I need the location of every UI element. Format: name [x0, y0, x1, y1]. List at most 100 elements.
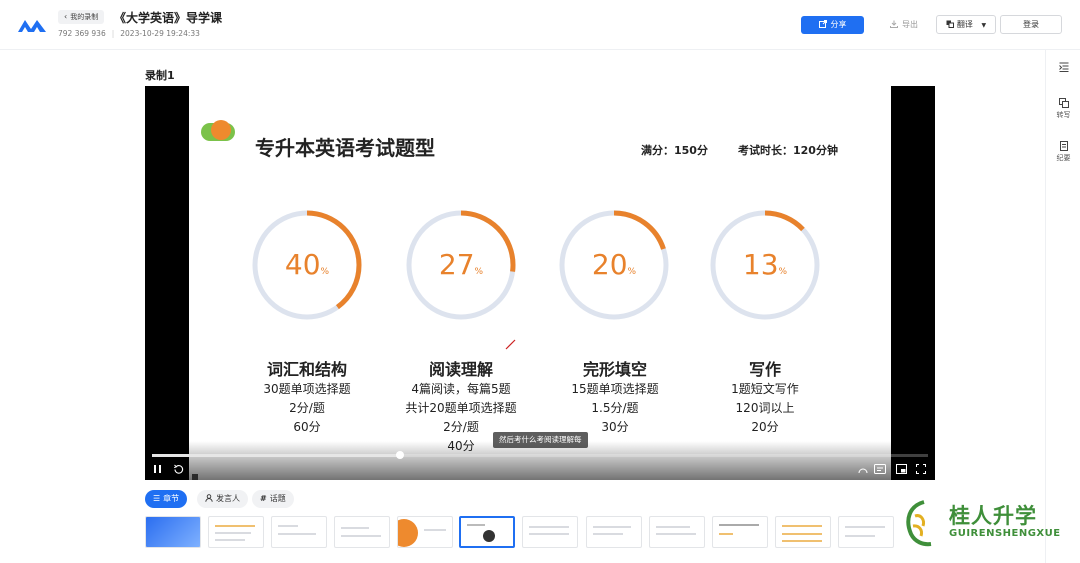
- chevron-down-icon: ▼: [981, 22, 987, 29]
- fullscreen-icon[interactable]: [916, 464, 926, 474]
- slide-frame: 专升本英语考试题型 满分：150分 考试时长：120分钟 40% 27% 20%: [189, 86, 891, 480]
- rail-item-label: 纪要: [1056, 154, 1071, 162]
- export-button[interactable]: 导出: [884, 16, 924, 34]
- chapter-thumbnail[interactable]: [397, 516, 453, 548]
- tab-label: 发言人: [216, 494, 240, 503]
- chapter-thumbnail[interactable]: [522, 516, 578, 548]
- thumb-line: [341, 527, 369, 529]
- caption-toggle-icon[interactable]: [874, 464, 886, 474]
- category-line: 4篇阅读，每篇5题: [411, 382, 511, 396]
- brand-watermark: 桂人升学 GUIRENSHENGXUE: [901, 496, 1071, 552]
- chapter-thumbnail[interactable]: [145, 516, 201, 548]
- translate-icon: [946, 20, 954, 28]
- meta-divider: |: [111, 29, 115, 38]
- rail-item-summary[interactable]: 纪要: [1046, 141, 1080, 163]
- chapter-thumbnail[interactable]: [712, 516, 768, 548]
- share-icon: [818, 20, 827, 28]
- watermark-title: 桂人升学: [949, 504, 1037, 528]
- ring-value: 13%: [708, 208, 822, 322]
- meeting-datetime: 2023-10-29 19:24:33: [120, 29, 200, 38]
- thumb-line: [593, 533, 623, 535]
- ring-unit: %: [627, 267, 637, 277]
- meeting-id: 792 369 936: [58, 29, 106, 38]
- chapter-thumbnail[interactable]: [838, 516, 894, 548]
- thumb-line: [341, 535, 381, 537]
- chapter-thumbnail[interactable]: [586, 516, 642, 548]
- exam-category: 词汇和结构 30题单项选择题 2分/题 60分: [227, 356, 387, 437]
- ring-unit: %: [320, 267, 330, 277]
- percent-ring: 27%: [404, 208, 518, 322]
- thumb-line: [782, 525, 822, 527]
- chapter-thumbnail[interactable]: [271, 516, 327, 548]
- tab-chapters[interactable]: ☰ 章节: [145, 490, 188, 508]
- category-line: 1.5分/题: [591, 401, 639, 415]
- ring-unit: %: [778, 267, 788, 277]
- rewind-icon[interactable]: [173, 464, 184, 475]
- tab-speakers[interactable]: 发言人: [197, 490, 248, 508]
- thumb-line: [656, 533, 696, 535]
- video-player[interactable]: 专升本英语考试题型 满分：150分 考试时长：120分钟 40% 27% 20%: [145, 86, 935, 480]
- chapter-thumbnail[interactable]: [649, 516, 705, 548]
- back-label: 我的录制: [70, 13, 99, 21]
- translate-label: 翻译: [956, 20, 973, 29]
- page-title: 《大学英语》导学课: [114, 11, 223, 25]
- rail-item-outline[interactable]: [1046, 62, 1080, 74]
- transcript-icon: [1058, 98, 1069, 108]
- thumb-line: [719, 524, 759, 526]
- progress-bar[interactable]: [152, 451, 928, 459]
- back-button[interactable]: ‹ 我的录制: [58, 10, 105, 24]
- person-icon: [205, 494, 213, 502]
- chapter-thumbnail-selected[interactable]: [459, 516, 515, 548]
- ring-unit: %: [474, 267, 484, 277]
- share-button[interactable]: 分享: [801, 16, 864, 34]
- percent-ring: 20%: [557, 208, 671, 322]
- slide-title: 专升本英语考试题型: [255, 136, 435, 160]
- category-name: 完形填空: [582, 360, 647, 379]
- ring-percent: 27: [438, 248, 475, 281]
- thumb-line: [529, 526, 569, 528]
- list-indent-icon: [1058, 62, 1068, 72]
- thumb-line: [424, 529, 446, 531]
- tab-label: 章节: [163, 494, 180, 503]
- category-line: 20分: [751, 420, 779, 434]
- exam-category: 完形填空 15题单项选择题 1.5分/题 30分: [535, 356, 695, 437]
- picture-in-picture-icon[interactable]: [896, 464, 907, 474]
- ring-percent: 13: [742, 248, 779, 281]
- pause-icon[interactable]: [153, 464, 162, 474]
- thumb-line: [529, 533, 569, 535]
- thumb-line: [656, 526, 690, 528]
- thumb-line: [215, 525, 255, 527]
- category-name: 阅读理解: [428, 360, 493, 379]
- chapter-thumbnail[interactable]: [775, 516, 831, 548]
- caption-bar: 然后考什么考阅读理解每: [493, 432, 588, 448]
- header: ‹ 我的录制 《大学英语》导学课 792 369 936 | 2023-10-29 1…: [0, 0, 1080, 50]
- speed-icon[interactable]: [858, 465, 868, 474]
- chevron-left-icon: ‹: [64, 12, 68, 21]
- thumb-shape: [398, 519, 418, 547]
- thumb-line: [782, 533, 822, 535]
- category-line: 15题单项选择题: [571, 382, 659, 396]
- app-logo-icon[interactable]: [17, 15, 47, 35]
- thumb-line: [593, 526, 631, 528]
- category-line: 共计20题单项选择题: [405, 401, 517, 415]
- thumb-line: [215, 532, 251, 534]
- export-icon: [890, 20, 898, 28]
- share-label: 分享: [830, 20, 847, 29]
- tab-label: 话题: [269, 494, 286, 503]
- chapter-thumbnail[interactable]: [334, 516, 390, 548]
- right-rail: 转写 纪要: [1045, 50, 1080, 563]
- thumb-line: [719, 533, 733, 535]
- chapter-thumbnail[interactable]: [208, 516, 264, 548]
- recording-title: 录制1: [145, 69, 175, 82]
- translate-button[interactable]: 翻译 ▼: [936, 15, 996, 34]
- login-button[interactable]: 登录: [1000, 15, 1062, 34]
- slide-score: 满分：150分: [641, 144, 708, 157]
- exam-category: 写作 1题短文写作 120词以上 20分: [685, 356, 845, 437]
- tab-topics[interactable]: # 话题: [252, 490, 294, 508]
- rail-item-transcript[interactable]: 转写: [1046, 98, 1080, 120]
- export-label: 导出: [902, 20, 918, 29]
- category-name: 写作: [748, 360, 781, 379]
- category-line: 60分: [293, 420, 321, 434]
- category-line: 120词以上: [735, 401, 795, 415]
- slide-duration: 考试时长：120分钟: [738, 144, 838, 157]
